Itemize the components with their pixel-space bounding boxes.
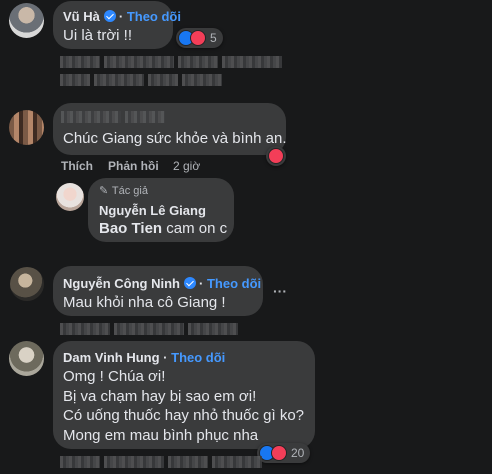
mention-link[interactable]: Bao Tien [99, 220, 162, 237]
avatar-blurred-user[interactable] [9, 110, 44, 145]
avatar-dam-vinh-hung[interactable] [9, 341, 44, 376]
comment-time[interactable]: 2 giờ [173, 159, 200, 173]
comment-text: Chúc Giang sức khỏe và bình an. [63, 130, 287, 147]
separator: · [118, 9, 124, 24]
avatar-nguyen-cong-ninh[interactable] [10, 267, 44, 301]
commenter-name[interactable]: Nguyễn Công Ninh · Theo dõi [63, 276, 261, 291]
blurred-content [60, 323, 242, 335]
avatar-nguyen-le-giang[interactable] [56, 183, 84, 211]
reply-text: Bao Tien cam on c [99, 220, 228, 237]
reaction-count: 5 [210, 31, 217, 45]
love-reaction-icon [268, 148, 284, 164]
pencil-icon: ✎ [99, 185, 109, 197]
comment-line-4: Mong em mau bình phục nha [63, 427, 259, 444]
blurred-content [60, 74, 226, 86]
follow-button[interactable]: Theo dõi [207, 276, 261, 291]
commenter-name[interactable]: Dam Vinh Hung · Theo dõi [63, 350, 225, 365]
blurred-name [61, 111, 169, 123]
separator: · [163, 350, 168, 365]
reply-action[interactable]: Phản hồi [108, 159, 159, 173]
comment-text: Mau khỏi nha cô Giang ! [63, 294, 226, 311]
blurred-content [60, 56, 286, 68]
verified-badge-icon [103, 10, 116, 22]
like-action[interactable]: Thích [61, 159, 93, 173]
commenter-name[interactable]: Vũ Hà · Theo dõi [63, 9, 181, 24]
follow-button[interactable]: Theo dõi [127, 9, 181, 24]
reaction-count: 20 [291, 446, 305, 460]
separator: · [199, 276, 204, 291]
comment-text: Ui là trời !! [63, 27, 133, 44]
author-badge: ✎ Tác giả [99, 185, 148, 197]
more-options-icon[interactable]: ··· [273, 283, 287, 299]
verified-badge-icon [184, 277, 196, 289]
comment-line-3: Có uống thuốc hay nhỏ thuốc gì ko? [63, 407, 305, 424]
reaction-summary[interactable]: 5 [176, 28, 223, 48]
follow-button[interactable]: Theo dõi [171, 350, 225, 365]
reaction-summary[interactable] [266, 146, 286, 166]
love-reaction-icon [190, 30, 206, 46]
avatar-vu-ha[interactable] [9, 3, 44, 38]
blurred-content [60, 456, 266, 468]
comment-line-2: Bị va chạm hay bị sao em ơi! [63, 388, 257, 405]
love-reaction-icon [271, 445, 287, 461]
comment-line-1: Omg ! Chúa ơi! [63, 368, 166, 385]
commenter-name[interactable]: Nguyễn Lê Giang [99, 203, 206, 218]
